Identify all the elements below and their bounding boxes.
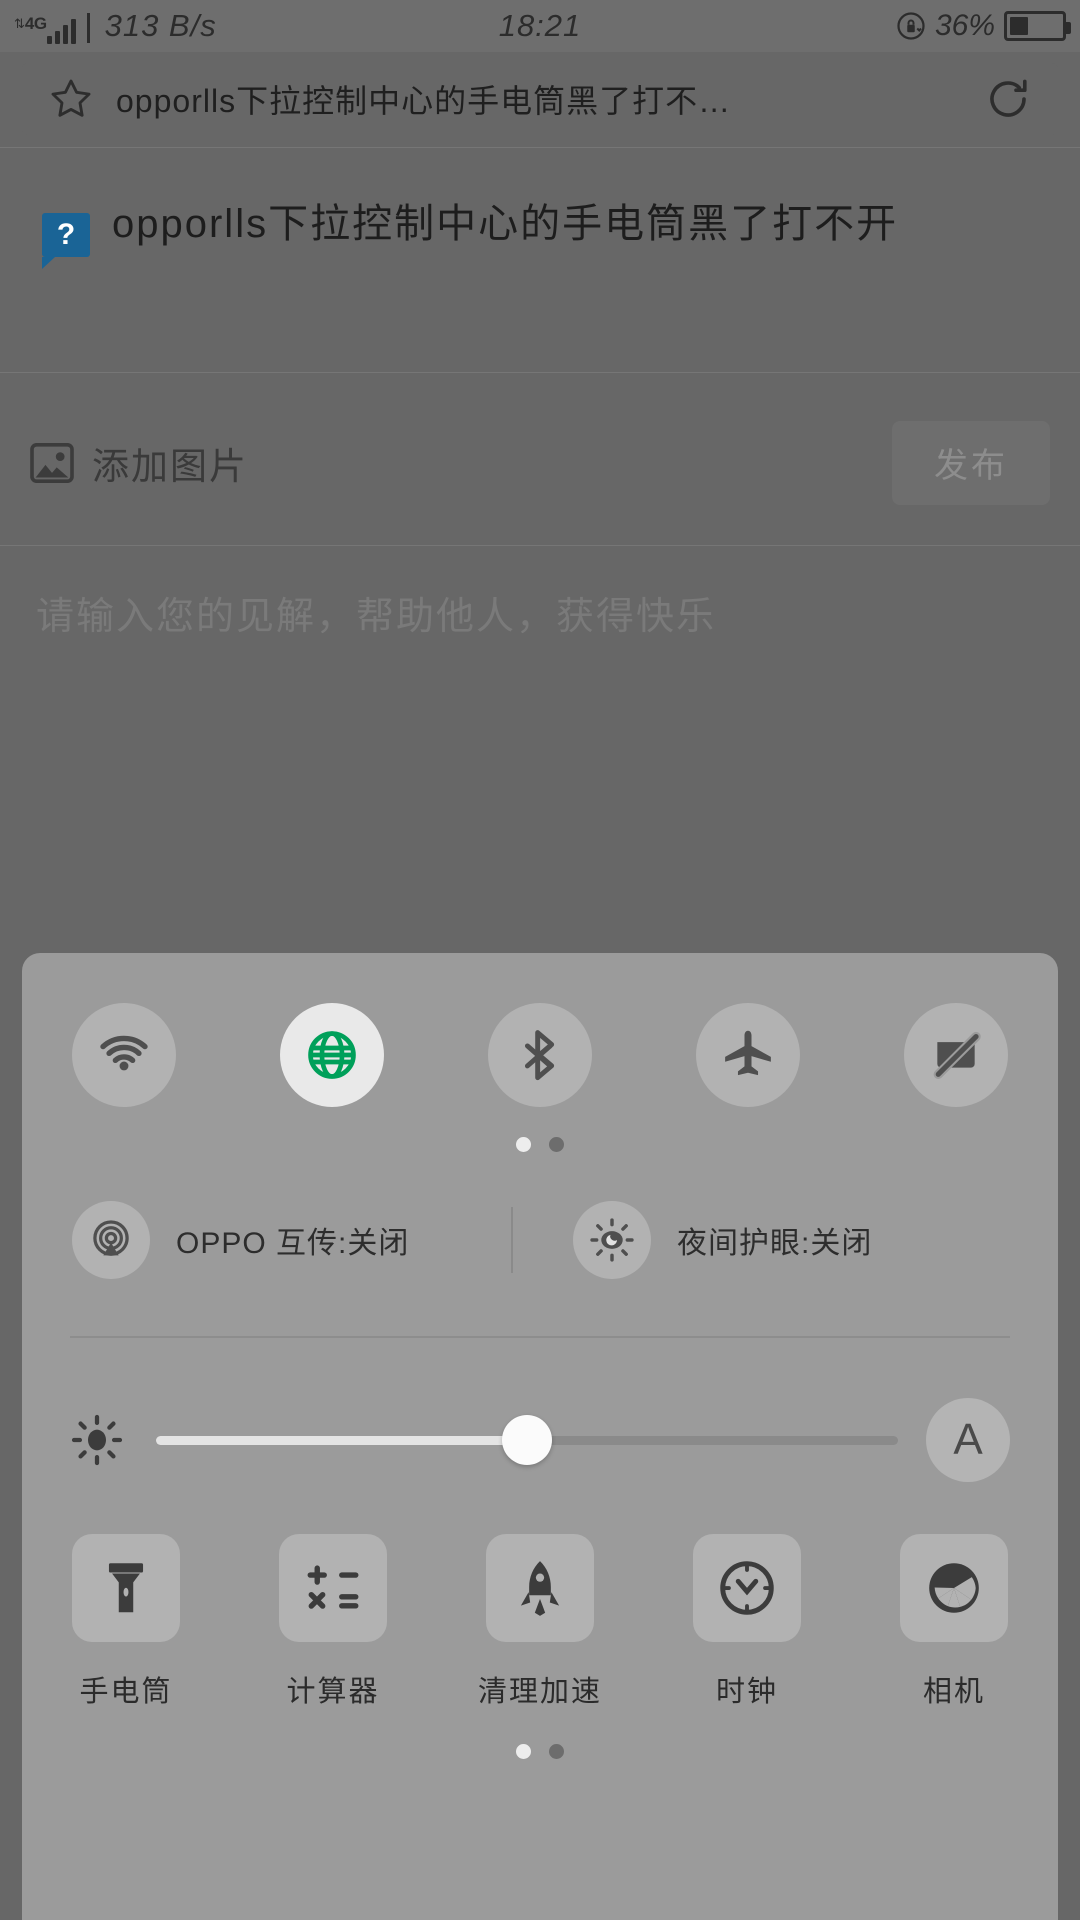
battery-icon — [1004, 11, 1071, 41]
shortcut-calculator[interactable]: 计算器 — [279, 1534, 387, 1710]
night-shield-label: 夜间护眼:关闭 — [677, 1227, 873, 1260]
status-bar: ⇅ 4G 313 B/s 18:21 36% — [0, 0, 1080, 52]
compose-row: 添加图片 发布 — [0, 380, 1080, 545]
shortcut-clock[interactable]: 时钟 — [693, 1534, 801, 1710]
oppo-share-button[interactable] — [72, 1201, 150, 1279]
flashlight-button[interactable] — [72, 1534, 180, 1642]
eye-sun-icon — [590, 1218, 634, 1262]
control-center-panel: OPPO 互传:关闭 夜间护眼:关闭 A 手电筒 计算器 清理加速 时钟 相机 — [22, 953, 1058, 1920]
feature-row: OPPO 互传:关闭 夜间护眼:关闭 — [22, 1186, 1058, 1294]
night-shield-button[interactable] — [573, 1201, 651, 1279]
toggle-mobile-data[interactable] — [280, 1003, 384, 1107]
shortcut-page-dot-2[interactable] — [549, 1744, 564, 1759]
feature-night-shield[interactable]: 夜间护眼:关闭 — [517, 1201, 1008, 1279]
camera-label: 相机 — [922, 1676, 985, 1708]
status-time: 18:21 — [498, 8, 582, 43]
quick-toggle-row — [22, 953, 1058, 1107]
calculator-icon — [307, 1565, 359, 1609]
search-bar[interactable]: opporlls下拉控制中心的手电筒黑了打不… — [22, 63, 1058, 135]
toggle-airplane-mode[interactable] — [696, 1003, 800, 1107]
feature-oppo-share[interactable]: OPPO 互传:关闭 — [72, 1201, 507, 1279]
star-icon[interactable] — [48, 76, 94, 122]
shortcut-clean-boost[interactable]: 清理加速 — [478, 1534, 600, 1710]
broadcast-icon — [93, 1220, 129, 1256]
question-badge-icon: ? — [42, 213, 90, 269]
shortcut-flashlight[interactable]: 手电筒 — [72, 1534, 180, 1710]
panel-divider — [70, 1336, 1010, 1338]
refresh-icon[interactable] — [984, 75, 1032, 123]
shortcut-row: 手电筒 计算器 清理加速 时钟 相机 — [22, 1534, 1058, 1710]
search-query-text[interactable]: opporlls下拉控制中心的手电筒黑了打不… — [116, 76, 962, 122]
clock-icon — [720, 1561, 774, 1615]
question-block[interactable]: ? opporlls下拉控制中心的手电筒黑了打不开 — [0, 175, 1080, 275]
bluetooth-icon — [524, 1030, 555, 1081]
rocket-icon — [520, 1561, 560, 1616]
brightness-icon — [71, 1414, 123, 1466]
feature-separator — [511, 1207, 513, 1273]
calculator-label: 计算器 — [286, 1676, 380, 1708]
image-icon[interactable] — [30, 442, 74, 483]
shortcut-camera[interactable]: 相机 — [900, 1534, 1008, 1710]
brightness-slider-knob[interactable] — [502, 1415, 552, 1465]
flashlight-icon — [108, 1563, 144, 1613]
question-title: opporlls下拉控制中心的手电筒黑了打不开 — [112, 202, 899, 246]
clock-label: 时钟 — [715, 1676, 778, 1708]
publish-button[interactable]: 发布 — [892, 420, 1050, 505]
toggle-page-indicator — [22, 1107, 1058, 1152]
toggle-wifi[interactable] — [72, 1003, 176, 1107]
airplane-icon — [725, 1030, 771, 1076]
add-image-label[interactable]: 添加图片 — [92, 436, 248, 490]
divider-above-editor — [0, 545, 1080, 546]
shortcut-page-indicator — [22, 1744, 1058, 1759]
divider-above-compose — [0, 372, 1080, 373]
clean-boost-label: 清理加速 — [478, 1676, 603, 1708]
calculator-button[interactable] — [279, 1534, 387, 1642]
globe-icon — [308, 1031, 356, 1079]
aperture-icon — [929, 1563, 979, 1613]
wifi-icon — [100, 1035, 148, 1071]
flashlight-label: 手电筒 — [79, 1676, 173, 1708]
divider-below-search — [0, 147, 1080, 148]
toggle-bluetooth[interactable] — [488, 1003, 592, 1107]
no-notification-icon — [933, 1031, 981, 1080]
brightness-slider-fill — [156, 1435, 527, 1445]
shortcut-page-dot-1[interactable] — [516, 1744, 531, 1759]
brightness-row: A — [22, 1390, 1058, 1490]
brightness-slider[interactable] — [156, 1415, 898, 1465]
page-dot-1[interactable] — [516, 1137, 531, 1152]
answer-input-placeholder[interactable]: 请输入您的见解，帮助他人，获得快乐 — [36, 585, 936, 640]
clean-boost-button[interactable] — [486, 1534, 594, 1642]
auto-brightness-button[interactable]: A — [926, 1398, 1010, 1482]
clock-button[interactable] — [693, 1534, 801, 1642]
camera-button[interactable] — [900, 1534, 1008, 1642]
toggle-do-not-disturb[interactable] — [904, 1003, 1008, 1107]
page-dot-2[interactable] — [549, 1137, 564, 1152]
oppo-share-label: OPPO 互传:关闭 — [176, 1227, 410, 1260]
